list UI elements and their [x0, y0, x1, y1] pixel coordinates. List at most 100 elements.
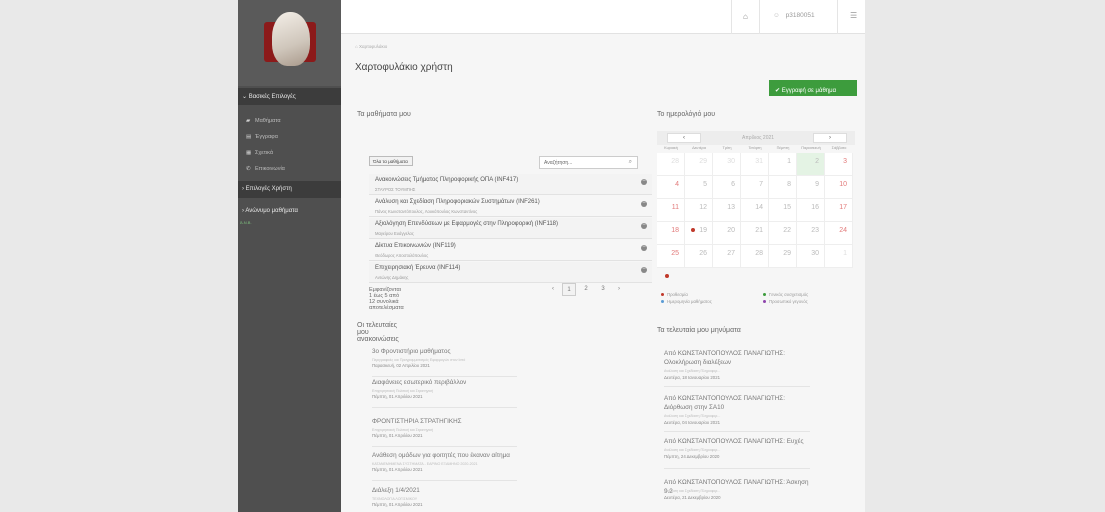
minus-icon[interactable]: −	[641, 222, 647, 229]
calendar-day[interactable]: 13	[713, 199, 741, 222]
menu-icon[interactable]: ☰	[850, 11, 857, 20]
legend-label: Γενικός συσχετισμός	[769, 292, 809, 297]
calendar-day[interactable]: 23	[797, 222, 825, 245]
calendar-day[interactable]: 7	[741, 176, 769, 199]
top-bar: ⌂ ☺ p3180051 ☰	[341, 0, 865, 34]
announcement-course: ΚΑΤΑΝΕΜΗΜΕΝΑ ΣΥΣΤΗΜΑΤΑ - ΕΑΡΙΝΟ ΕΞΑΜΗΝΟ …	[372, 462, 478, 466]
calendar-day[interactable]: 10	[825, 176, 853, 199]
sidebar-item-courses[interactable]: ▰ Μαθήματα	[238, 114, 341, 128]
calendar-day[interactable]: 20	[713, 222, 741, 245]
sidebar-item-label: Επικοινωνία	[255, 166, 285, 172]
sidebar-item-contact[interactable]: ✆ Επικοινωνία	[238, 162, 341, 176]
message-date: Δευτέρα, 18 Ιανουαρίου 2021	[664, 375, 720, 380]
course-row[interactable]: Ανακοινώσεις Τμήματος Πληροφορικής ΟΠΑ (…	[369, 174, 652, 195]
pagination-page-1[interactable]: 1	[562, 283, 576, 296]
announcement-item[interactable]: 3ο Φροντιστήριο μαθήματος Περιγραφικές κ…	[372, 348, 517, 377]
calendar-month: Απρίλιος 2021	[742, 135, 775, 141]
home-icon[interactable]: ⌂	[743, 12, 748, 21]
minus-icon[interactable]: −	[641, 266, 647, 273]
pagination-page-2[interactable]: 2	[579, 283, 593, 296]
athena-bust-logo	[272, 12, 310, 66]
minus-icon[interactable]: −	[641, 244, 647, 251]
announcement-item[interactable]: Διαφάνειες εσωτερικό περιβάλλον Επιχειρη…	[372, 379, 517, 408]
calendar-day[interactable]: 28	[657, 153, 685, 176]
sidebar-item-documents[interactable]: ▤ Έγγραφα	[238, 130, 341, 144]
calendar-day[interactable]: 4	[657, 176, 685, 199]
calendar-day[interactable]: 5	[685, 176, 713, 199]
calendar-day[interactable]: 29	[685, 153, 713, 176]
calendar-day[interactable]: 22	[769, 222, 797, 245]
calendar-day[interactable]: 27	[713, 245, 741, 268]
sidebar-item-label: Έγγραφα	[255, 134, 278, 140]
course-row[interactable]: Επιχειρησιακή Έρευνα (INF114) Αντώνης Δη…	[369, 262, 652, 283]
message-date: Πέμπτη, 24 Δεκεμβρίου 2020	[664, 454, 720, 459]
calendar-day[interactable]: 17	[825, 199, 853, 222]
message-item[interactable]: Από ΚΩΝΣΤΑΝΤΟΠΟΥΛΟΣ ΠΑΝΑΓΙΩΤΗΣ: Ολοκλήρω…	[664, 349, 810, 387]
breadcrumb[interactable]: ⌂ Χαρτοφυλάκιο	[355, 44, 387, 49]
event-dot[interactable]	[691, 228, 695, 232]
calendar-prev-button[interactable]: ‹	[667, 133, 701, 143]
message-title: Από ΚΩΝΣΤΑΝΤΟΠΟΥΛΟΣ ΠΑΝΑΓΙΩΤΗΣ: Ολοκλήρω…	[664, 350, 785, 366]
calendar-day[interactable]: 14	[741, 199, 769, 222]
calendar-day[interactable]: 30	[797, 245, 825, 268]
sidebar-section-label: Επιλογές Χρήστη	[245, 186, 292, 192]
divider	[837, 0, 838, 34]
calendar-day[interactable]: 29	[769, 245, 797, 268]
message-course: Ανάλυση και Σχεδίαση Πληροφορ...	[664, 448, 721, 452]
calendar-day[interactable]: 2	[797, 153, 825, 176]
announcement-item[interactable]: Ανάθεση ομάδων για φοιτητές που έκαναν α…	[372, 452, 517, 481]
all-courses-button[interactable]: Όλα τα μαθήματα	[369, 156, 413, 166]
sidebar-section-user[interactable]: › Επιλογές Χρήστη	[238, 181, 341, 198]
sidebar-section-main[interactable]: ⌄ Βασικές Επιλογές	[238, 88, 341, 105]
calendar-day[interactable]: 3	[825, 153, 853, 176]
course-row[interactable]: Αξιολόγηση Επενδύσεων με Εφαρμογές στην …	[369, 218, 652, 239]
mortarboard-icon: ▰	[246, 118, 251, 124]
message-item[interactable]: Από ΚΩΝΣΤΑΝΤΟΠΟΥΛΟΣ ΠΑΝΑΓΙΩΤΗΣ: Ευχές Αν…	[664, 437, 810, 469]
calendar-day[interactable]: 1	[825, 245, 853, 268]
user-menu[interactable]: ☺ p3180051	[773, 12, 815, 19]
legend-dot	[763, 300, 766, 303]
calendar-day[interactable]: 24	[825, 222, 853, 245]
announcement-title: Ανάθεση ομάδων για φοιτητές που έκαναν α…	[372, 452, 510, 459]
logo[interactable]	[238, 0, 341, 86]
calendar-day[interactable]: 28	[741, 245, 769, 268]
pagination-page-3[interactable]: 3	[596, 283, 610, 296]
announcement-item[interactable]: Διάλεξη 1/4/2021 ΤΕΧΝΟΛΟΓΙΑ ΛΟΓΙΣΜΙΚΟΥ Π…	[372, 487, 517, 512]
announcement-item[interactable]: ΦΡΟΝΤΙΣΤΗΡΙΑ ΣΤΡΑΤΗΓΙΚΗΣ Επιχειρησιακή Π…	[372, 418, 517, 447]
calendar-day[interactable]: 15	[769, 199, 797, 222]
enroll-course-button[interactable]: ✔ Εγγραφή σε μάθημα	[769, 80, 857, 96]
minus-icon[interactable]: −	[641, 200, 647, 207]
message-item[interactable]: Από ΚΩΝΣΤΑΝΤΟΠΟΥΛΟΣ ΠΑΝΑΓΙΩΤΗΣ: Άσκηση 9…	[664, 478, 810, 512]
legend-general: Γενικός συσχετισμός	[763, 292, 808, 297]
calendar-day[interactable]: 19	[685, 222, 713, 245]
course-professor: ΣΤΑΥΡΟΣ ΤΟΥΜΠΗΣ	[375, 187, 416, 192]
sidebar-item-related[interactable]: ▦ Σχετικά	[238, 146, 341, 160]
pagination-next[interactable]: ›	[613, 283, 625, 296]
sidebar-section-anon[interactable]: › Ανώνυμο μαθήματα	[238, 203, 341, 220]
calendar-day[interactable]: 31	[741, 153, 769, 176]
calendar-day[interactable]: 21	[741, 222, 769, 245]
calendar-icon: ▦	[246, 150, 252, 156]
calendar-day[interactable]: 1	[769, 153, 797, 176]
message-item[interactable]: Από ΚΩΝΣΤΑΝΤΟΠΟΥΛΟΣ ΠΑΝΑΓΙΩΤΗΣ: Διόρθωση…	[664, 394, 810, 432]
calendar-day[interactable]: 16	[797, 199, 825, 222]
calendar-day[interactable]: 8	[769, 176, 797, 199]
course-row[interactable]: Δίκτυα Επικοινωνιών (INF119) Θεόδωρος Απ…	[369, 240, 652, 261]
calendar-day[interactable]: 30	[713, 153, 741, 176]
calendar-day[interactable]: 26	[685, 245, 713, 268]
calendar-day[interactable]: 11	[657, 199, 685, 222]
calendar-next-button[interactable]: ›	[813, 133, 847, 143]
calendar-day[interactable]: 6	[713, 176, 741, 199]
calendar-day[interactable]: 25	[657, 245, 685, 268]
calendar-day[interactable]: 12	[685, 199, 713, 222]
calendar-day[interactable]: 18	[657, 222, 685, 245]
weekday-label: Δευτέρα	[692, 146, 706, 150]
search-input[interactable]: Αναζήτηση... ⌕	[539, 156, 638, 169]
calendar-title: Το ημερολόγιό μου	[657, 111, 716, 118]
calendar-day[interactable]: 9	[797, 176, 825, 199]
pagination-prev[interactable]: ‹	[547, 283, 559, 296]
course-row[interactable]: Ανάλυση και Σχεδίαση Πληροφοριακών Συστη…	[369, 196, 652, 217]
announcement-date: Πέμπτη, 01 Απριλίου 2021	[372, 433, 423, 438]
minus-icon[interactable]: −	[641, 178, 647, 185]
event-dot[interactable]	[665, 274, 669, 278]
